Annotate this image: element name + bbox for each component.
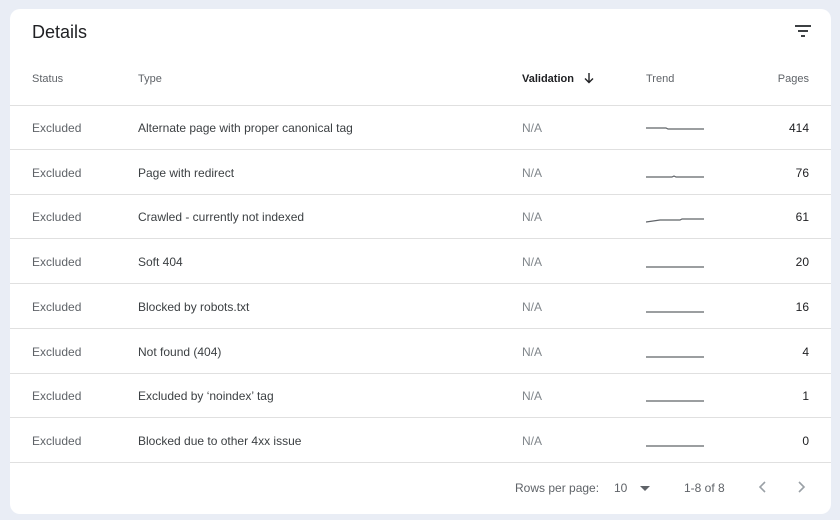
row-pages: 414 <box>788 121 809 135</box>
row-type: Excluded by ‘noindex’ tag <box>138 389 274 404</box>
row-validation: N/A <box>522 165 543 180</box>
row-type: Soft 404 <box>138 255 183 270</box>
row-validation: N/A <box>522 210 543 225</box>
row-validation: N/A <box>522 255 543 270</box>
column-header-validation[interactable]: Validation <box>522 61 595 97</box>
row-trend-sparkline <box>646 118 706 138</box>
row-pages: 0 <box>802 433 809 448</box>
row-status: Excluded <box>32 255 82 270</box>
row-status: Excluded <box>32 433 82 448</box>
row-validation: N/A <box>522 433 543 448</box>
filter-button[interactable] <box>789 17 817 45</box>
column-header-type[interactable]: Type <box>138 61 162 97</box>
row-pages: 1 <box>802 389 809 404</box>
column-header-trend[interactable]: Trend <box>646 61 674 97</box>
chevron-right-icon[interactable] <box>792 478 810 496</box>
row-status: Excluded <box>32 210 82 225</box>
row-pages: 76 <box>795 165 809 180</box>
table-row[interactable]: Excluded Page with redirect N/A 76 <box>10 151 831 195</box>
row-status: Excluded <box>32 299 82 314</box>
row-validation: N/A <box>522 389 543 404</box>
column-header-status[interactable]: Status <box>32 61 63 97</box>
row-type: Crawled - currently not indexed <box>138 210 305 225</box>
dropdown-caret-icon[interactable] <box>638 481 652 495</box>
row-type: Blocked due to other 4xx issue <box>138 433 302 448</box>
row-pages: 4 <box>802 344 809 359</box>
row-status: Excluded <box>32 165 82 180</box>
rows-per-page-label: Rows per page: <box>515 481 600 495</box>
table-row[interactable]: Excluded Excluded by ‘noindex’ tag N/A 1 <box>10 374 831 419</box>
table-row[interactable]: Excluded Blocked due to other 4xx issue N/… <box>10 419 831 463</box>
row-status: Excluded <box>32 344 82 359</box>
details-card: Details Status Type Validation Trend Pag… <box>10 9 831 514</box>
table-pagination: Rows per page: 10 1-8 of 8 <box>10 469 831 509</box>
row-trend-sparkline <box>646 342 706 362</box>
row-status: Excluded <box>32 389 82 404</box>
table-row[interactable]: Excluded Soft 404 N/A 20 <box>10 240 831 285</box>
row-type: Blocked by robots.txt <box>138 299 250 314</box>
table-row[interactable]: Excluded Not found (404) N/A 4 <box>10 330 831 374</box>
row-trend-sparkline <box>646 297 706 317</box>
table-row[interactable]: Excluded Crawled - currently not indexed N… <box>10 195 831 240</box>
table-row[interactable]: Excluded Blocked by robots.txt N/A 16 <box>10 285 831 329</box>
row-trend-sparkline <box>646 386 706 406</box>
pagination-range: 1-8 of 8 <box>684 481 725 495</box>
column-header-pages[interactable]: Pages <box>778 61 809 97</box>
arrow-down-icon <box>584 73 594 84</box>
row-validation: N/A <box>522 344 543 359</box>
row-type: Page with redirect <box>138 165 235 180</box>
row-type: Alternate page with proper canonical tag <box>138 121 353 135</box>
table-row[interactable]: Excluded Alternate page with proper canon… <box>10 106 831 150</box>
row-pages: 20 <box>795 255 809 270</box>
card-title: Details <box>32 22 88 42</box>
row-pages: 16 <box>795 299 809 314</box>
row-trend-sparkline <box>646 431 706 451</box>
row-validation: N/A <box>522 121 543 135</box>
row-trend-sparkline <box>645 207 706 227</box>
rows-per-page-select[interactable]: 10 <box>614 481 627 495</box>
column-header-validation-label: Validation <box>522 73 574 85</box>
row-validation: N/A <box>522 299 543 314</box>
row-trend-sparkline <box>646 252 706 272</box>
row-type: Not found (404) <box>138 344 222 359</box>
row-trend-sparkline <box>646 163 706 183</box>
filter-list-icon <box>795 25 811 37</box>
table-header: Status Type Validation Trend Pages <box>10 61 831 106</box>
chevron-left-icon[interactable] <box>754 478 772 496</box>
row-status: Excluded <box>32 121 82 135</box>
row-pages: 61 <box>795 210 809 225</box>
